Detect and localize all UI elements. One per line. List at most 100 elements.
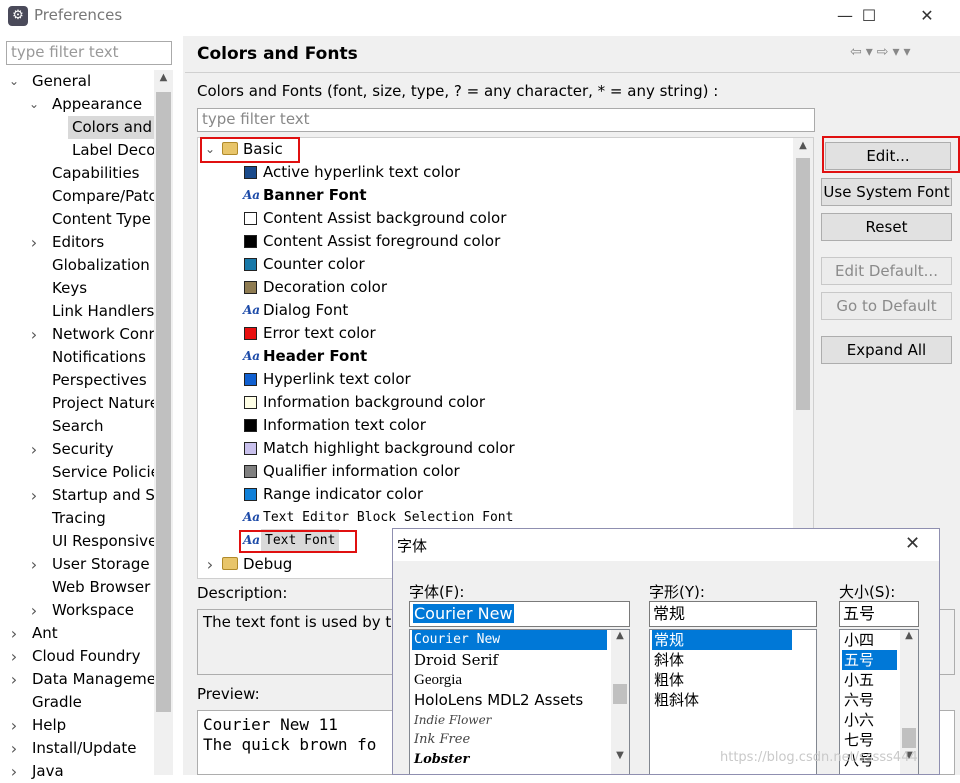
font-item[interactable]: Aa Dialog Font — [198, 299, 793, 322]
tree-item[interactable]: Notifications — [0, 346, 154, 369]
scrollbar-thumb[interactable] — [796, 158, 810, 410]
tree-item[interactable]: Perspectives — [0, 369, 154, 392]
use-system-font-button[interactable]: Use System Font — [821, 178, 952, 206]
font-list-item[interactable]: Ink Free — [412, 730, 607, 750]
tree-item[interactable]: › Java — [0, 760, 154, 783]
tree-item[interactable]: Tracing — [0, 507, 154, 530]
tree-item[interactable]: Keys — [0, 277, 154, 300]
chevron-right-icon[interactable]: › — [8, 622, 20, 645]
tree-item[interactable]: › Startup and Sh — [0, 484, 154, 507]
tree-item[interactable]: › Network Conr — [0, 323, 154, 346]
scrollbar-thumb[interactable] — [902, 728, 916, 748]
tree-item[interactable]: Content Type — [0, 208, 154, 231]
color-item[interactable]: Error text color — [198, 322, 793, 345]
color-item[interactable]: Content Assist foreground color — [198, 230, 793, 253]
tree-item[interactable]: › Help — [0, 714, 154, 737]
chevron-right-icon[interactable]: › — [8, 760, 20, 783]
font-item[interactable]: Aa Text Editor Block Selection Font — [198, 506, 793, 529]
style-list-item[interactable]: 粗体 — [652, 670, 792, 690]
scroll-up-icon[interactable]: ▲ — [793, 140, 813, 156]
color-item[interactable]: Information text color — [198, 414, 793, 437]
font-list-item[interactable]: Courier New — [412, 630, 607, 650]
tree-item[interactable]: Gradle — [0, 691, 154, 714]
tree-item[interactable]: UI Responsive — [0, 530, 154, 553]
tree-item[interactable]: › Ant — [0, 622, 154, 645]
font-list-item[interactable]: Droid Serif — [412, 650, 607, 670]
font-name-field[interactable]: Courier New — [409, 601, 630, 627]
color-item[interactable]: Hyperlink text color — [198, 368, 793, 391]
navigation-icons[interactable]: ⇦▾⇨▾▾ — [850, 44, 915, 60]
maximize-button[interactable]: ☐ — [846, 2, 892, 30]
size-list-item[interactable]: 小五 — [842, 670, 897, 690]
tree-item[interactable]: Compare/Patc — [0, 185, 154, 208]
tree-item[interactable]: › Install/Update — [0, 737, 154, 760]
forward-icon[interactable]: ⇨ — [877, 44, 893, 60]
font-item[interactable]: Aa Banner Font — [198, 184, 793, 207]
style-list-item[interactable]: 粗斜体 — [652, 690, 792, 710]
colors-and-fonts-tree[interactable]: ⌄ Basic Active hyperlink text color Aa Banne… — [197, 137, 814, 579]
tree-item[interactable]: › Editors — [0, 231, 154, 254]
chevron-right-icon[interactable]: › — [28, 231, 40, 254]
chevron-down-icon[interactable]: ⌄ — [8, 70, 20, 93]
tree-item[interactable]: Colors and — [0, 116, 154, 139]
tree-item[interactable]: Project Nature — [0, 392, 154, 415]
chevron-right-icon[interactable]: › — [28, 553, 40, 576]
tree-item[interactable]: › Security — [0, 438, 154, 461]
reset-button[interactable]: Reset — [821, 213, 952, 241]
colors-filter-input[interactable]: type filter text — [197, 108, 815, 132]
dialog-close-icon[interactable]: ✕ — [905, 533, 920, 554]
style-list-item[interactable]: 斜体 — [652, 650, 792, 670]
tree-item[interactable]: ⌄ Appearance — [0, 93, 154, 116]
chevron-right-icon[interactable]: › — [28, 599, 40, 622]
color-item[interactable]: Match highlight background color — [198, 437, 793, 460]
close-button[interactable]: ✕ — [904, 2, 950, 30]
tree-item[interactable]: › Workspace — [0, 599, 154, 622]
font-size-field[interactable]: 五号 — [839, 601, 919, 627]
view-menu-icon[interactable]: ▾ — [904, 44, 915, 60]
tree-item[interactable]: Search — [0, 415, 154, 438]
font-style-field[interactable]: 常规 — [649, 601, 817, 627]
size-list-item[interactable]: 七号 — [842, 730, 897, 750]
scroll-up-icon[interactable]: ▲ — [154, 72, 173, 88]
forward-menu-icon[interactable]: ▾ — [893, 44, 904, 60]
go-to-default-button[interactable]: Go to Default — [821, 292, 952, 320]
font-list-item[interactable]: Georgia — [412, 670, 607, 690]
tree-item[interactable]: Globalization — [0, 254, 154, 277]
chevron-right-icon[interactable]: › — [8, 714, 20, 737]
tree-item[interactable]: › Data Manageme — [0, 668, 154, 691]
font-list-item[interactable]: Indie Flower — [412, 710, 607, 730]
color-item[interactable]: Active hyperlink text color — [198, 161, 793, 184]
font-item[interactable]: Aa Header Font — [198, 345, 793, 368]
color-item[interactable]: Range indicator color — [198, 483, 793, 506]
tree-item[interactable]: Label Deco — [0, 139, 154, 162]
scroll-up-icon[interactable]: ▲ — [611, 630, 629, 641]
tree-item[interactable]: Web Browser — [0, 576, 154, 599]
chevron-right-icon[interactable]: › — [28, 323, 40, 346]
back-menu-icon[interactable]: ▾ — [866, 44, 877, 60]
tree-item[interactable]: › User Storage — [0, 553, 154, 576]
tree-item[interactable]: Capabilities — [0, 162, 154, 185]
scrollbar-thumb[interactable] — [613, 684, 627, 704]
size-list-item[interactable]: 小六 — [842, 710, 897, 730]
color-item[interactable]: Decoration color — [198, 276, 793, 299]
chevron-right-icon[interactable]: › — [8, 737, 20, 760]
tree-filter-input[interactable]: type filter text — [6, 41, 172, 65]
colors-tree-scrollbar[interactable]: ▲ — [793, 138, 813, 578]
chevron-down-icon[interactable]: ⌄ — [28, 93, 40, 116]
chevron-right-icon[interactable]: › — [28, 438, 40, 461]
chevron-right-icon[interactable]: › — [28, 484, 40, 507]
tree-item[interactable]: Link Handlers — [0, 300, 154, 323]
size-list-item[interactable]: 六号 — [842, 690, 897, 710]
expand-all-button[interactable]: Expand All — [821, 336, 952, 364]
color-item[interactable]: Content Assist background color — [198, 207, 793, 230]
tree-scrollbar[interactable]: ▲ — [154, 70, 173, 775]
chevron-right-icon[interactable]: › — [8, 645, 20, 668]
size-list-item[interactable]: 小四 — [842, 630, 897, 650]
chevron-right-icon[interactable]: › — [204, 553, 216, 576]
font-list-item[interactable]: Lobster — [412, 750, 607, 770]
scroll-down-icon[interactable]: ▼ — [611, 750, 629, 761]
edit-default-button[interactable]: Edit Default... — [821, 257, 952, 285]
font-list-item[interactable]: HoloLens MDL2 Assets — [412, 690, 607, 710]
chevron-right-icon[interactable]: › — [8, 668, 20, 691]
tree-item[interactable]: ⌄ General — [0, 70, 154, 93]
